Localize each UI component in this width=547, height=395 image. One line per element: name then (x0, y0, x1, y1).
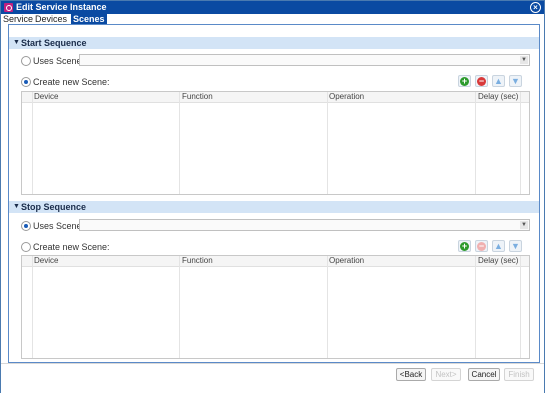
arrow-down-icon: ▼ (511, 241, 520, 251)
start-sequence-title: Start Sequence (21, 38, 87, 48)
window-title: Edit Service Instance (16, 2, 107, 12)
column-header-device[interactable]: Device (34, 256, 58, 266)
column-header-delay[interactable]: Delay (sec) (478, 256, 518, 266)
stop-add-button[interactable]: + (458, 240, 471, 252)
minus-icon: − (477, 76, 486, 86)
start-move-up-button[interactable]: ▲ (492, 75, 505, 87)
stop-remove-button[interactable]: − (475, 240, 488, 252)
table-header (22, 92, 529, 103)
start-sequence-header[interactable]: ▼ Start Sequence (9, 37, 539, 49)
wizard-button-bar: <Back Next> Cancel Finish (1, 363, 544, 394)
start-create-new-radio[interactable] (21, 77, 31, 87)
stop-scene-select[interactable]: ▼ (79, 219, 530, 231)
stop-uses-scene-radio[interactable] (21, 221, 31, 231)
back-button[interactable]: <Back (396, 368, 426, 381)
column-header-operation[interactable]: Operation (329, 256, 364, 266)
column-header-function[interactable]: Function (182, 92, 213, 102)
plus-icon: + (460, 241, 469, 251)
stop-move-down-button[interactable]: ▼ (509, 240, 522, 252)
column-header-function[interactable]: Function (182, 256, 213, 266)
title-bar: Edit Service Instance × (1, 1, 544, 14)
plus-icon: + (460, 76, 469, 86)
start-scene-select[interactable]: ▼ (79, 54, 530, 66)
stop-create-new-label: Create new Scene: (33, 242, 110, 252)
start-move-down-button[interactable]: ▼ (509, 75, 522, 87)
start-add-button[interactable]: + (458, 75, 471, 87)
stop-sequence-table: Device Function Operation Delay (sec) (21, 255, 530, 359)
stop-sequence-title: Stop Sequence (21, 202, 87, 212)
chevron-down-icon[interactable]: ▼ (520, 221, 528, 229)
start-uses-scene-radio[interactable] (21, 56, 31, 66)
arrow-up-icon: ▲ (494, 76, 503, 86)
chevron-down-icon[interactable]: ▼ (520, 56, 528, 64)
scenes-panel: ▼ Start Sequence Uses Scene: ▼ Create ne… (8, 24, 540, 363)
next-button[interactable]: Next> (431, 368, 461, 381)
stop-uses-scene-label: Uses Scene: (33, 221, 85, 231)
minus-icon: − (477, 241, 486, 251)
start-uses-scene-label: Uses Scene: (33, 56, 85, 66)
finish-button[interactable]: Finish (504, 368, 534, 381)
start-sequence-table: Device Function Operation Delay (sec) (21, 91, 530, 195)
stop-move-up-button[interactable]: ▲ (492, 240, 505, 252)
column-header-delay[interactable]: Delay (sec) (478, 92, 518, 102)
app-icon (4, 3, 13, 12)
collapse-triangle-icon: ▼ (13, 203, 20, 210)
table-header (22, 256, 529, 267)
start-create-new-label: Create new Scene: (33, 77, 110, 87)
close-icon[interactable]: × (530, 2, 541, 13)
stop-create-new-radio[interactable] (21, 242, 31, 252)
column-header-device[interactable]: Device (34, 92, 58, 102)
cancel-button[interactable]: Cancel (468, 368, 500, 381)
column-header-operation[interactable]: Operation (329, 92, 364, 102)
start-remove-button[interactable]: − (475, 75, 488, 87)
arrow-down-icon: ▼ (511, 76, 520, 86)
arrow-up-icon: ▲ (494, 241, 503, 251)
stop-sequence-header[interactable]: ▼ Stop Sequence (9, 201, 539, 213)
edit-service-instance-dialog: Edit Service Instance × Service Devices … (0, 0, 545, 394)
collapse-triangle-icon: ▼ (13, 39, 20, 46)
